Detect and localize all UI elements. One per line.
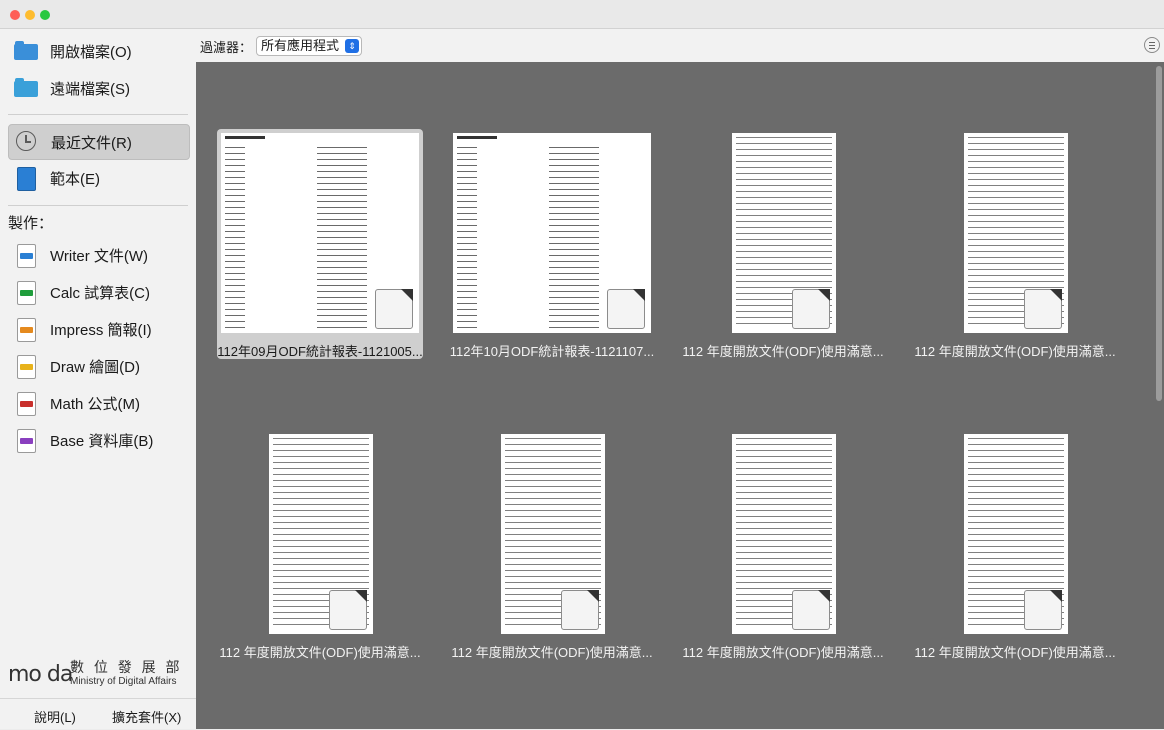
templates-icon: [14, 166, 38, 191]
recent-file-card[interactable]: 112 年度開放文件(ODF)使用滿意...: [912, 129, 1118, 359]
vertical-scrollbar[interactable]: [1156, 66, 1162, 401]
chevron-updown-icon: ⇕: [345, 39, 360, 53]
recent-file-card[interactable]: 112 年度開放文件(ODF)使用滿意...: [680, 129, 886, 359]
odf-document-icon: [1024, 590, 1062, 630]
recent-file-name: 112 年度開放文件(ODF)使用滿意...: [219, 645, 421, 660]
recent-file-name: 112 年度開放文件(ODF)使用滿意...: [682, 344, 884, 359]
start-center-window: 開啟檔案(O) 遠端檔案(S) 最近文件(R) 範本(E) 製作： Writer…: [0, 0, 1164, 729]
recent-file-card[interactable]: 112 年度開放文件(ODF)使用滿意...: [680, 430, 886, 660]
document-thumbnail: [964, 434, 1068, 634]
recent-file-card[interactable]: 112 年度開放文件(ODF)使用滿意...: [217, 430, 423, 660]
recent-file-card[interactable]: 112 年度開放文件(ODF)使用滿意...: [449, 430, 655, 660]
templates-button[interactable]: 範本(E): [8, 161, 188, 195]
minimize-window-button[interactable]: [25, 10, 35, 20]
moda-logo: mo da 數 位 發 展 部 Ministry of Digital Affa…: [8, 654, 193, 694]
document-thumbnail: [501, 434, 605, 634]
odf-document-icon: [792, 289, 830, 329]
recent-file-name: 112年10月ODF統計報表-1121107...: [449, 344, 655, 359]
extensions-button[interactable]: 擴充套件(X): [112, 707, 181, 726]
recent-file-name: 112 年度開放文件(ODF)使用滿意...: [451, 645, 653, 660]
recent-file-name: 112 年度開放文件(ODF)使用滿意...: [914, 645, 1116, 660]
sidebar-divider: [8, 205, 188, 206]
folder-icon: [14, 39, 38, 63]
create-impress-label: Impress 簡報(I): [50, 321, 152, 339]
create-section-label: 製作：: [8, 215, 54, 232]
title-bar: [0, 0, 1164, 29]
clock-icon: [15, 130, 39, 154]
sidebar-footer: 說明(L) 擴充套件(X): [0, 698, 196, 730]
create-math-label: Math 公式(M): [50, 395, 141, 413]
document-thumbnail: [221, 133, 419, 333]
create-draw-button[interactable]: Draw 繪圖(D): [8, 349, 188, 383]
filter-select-value: 所有應用程式: [261, 38, 340, 53]
recent-file-card[interactable]: 112 年度開放文件(ODF)使用滿意...: [912, 430, 1118, 660]
recent-file-name: 112 年度開放文件(ODF)使用滿意...: [914, 344, 1116, 359]
create-impress-button[interactable]: Impress 簡報(I): [8, 312, 188, 346]
create-calc-button[interactable]: Calc 試算表(C): [8, 275, 188, 309]
odf-document-icon: [329, 590, 367, 630]
odf-document-icon: [792, 590, 830, 630]
filter-select[interactable]: 所有應用程式 ⇕: [256, 36, 363, 56]
draw-icon: [14, 354, 38, 379]
create-draw-label: Draw 繪圖(D): [50, 358, 140, 376]
odf-document-icon: [375, 289, 413, 329]
remote-files-label: 遠端檔案(S): [50, 80, 130, 98]
moda-org-name-zh: 數 位 發 展 部: [70, 659, 183, 675]
create-writer-label: Writer 文件(W): [50, 247, 149, 265]
help-button[interactable]: 說明(L): [34, 707, 76, 726]
recent-file-card[interactable]: 112年09月ODF統計報表-1121005...: [217, 129, 423, 359]
create-math-button[interactable]: Math 公式(M): [8, 386, 188, 420]
document-thumbnail: [453, 133, 651, 333]
odf-document-icon: [607, 289, 645, 329]
odf-document-icon: [1024, 289, 1062, 329]
document-thumbnail: [732, 133, 836, 333]
sidebar: 開啟檔案(O) 遠端檔案(S) 最近文件(R) 範本(E) 製作： Writer…: [0, 29, 197, 729]
recent-documents-button[interactable]: 最近文件(R): [8, 124, 190, 160]
recent-file-card[interactable]: 112年10月ODF統計報表-1121107...: [449, 129, 655, 359]
moda-org-name-en: Ministry of Digital Affairs: [70, 676, 177, 687]
recent-documents-label: 最近文件(R): [51, 134, 132, 152]
moda-logo-mark: mo da: [8, 662, 73, 687]
open-file-label: 開啟檔案(O): [50, 43, 132, 61]
open-file-button[interactable]: 開啟檔案(O): [8, 34, 188, 68]
calc-icon: [14, 280, 38, 305]
filter-label: 過濾器：: [200, 40, 253, 55]
create-base-button[interactable]: Base 資料庫(B): [8, 423, 188, 457]
document-thumbnail: [964, 133, 1068, 333]
hamburger-menu-icon[interactable]: [1144, 37, 1160, 53]
recent-file-name: 112 年度開放文件(ODF)使用滿意...: [682, 645, 884, 660]
math-icon: [14, 391, 38, 416]
odf-document-icon: [561, 590, 599, 630]
templates-label: 範本(E): [50, 170, 100, 188]
impress-icon: [14, 317, 38, 342]
writer-icon: [14, 243, 38, 268]
remote-folder-icon: [14, 76, 38, 100]
sidebar-divider: [8, 114, 188, 115]
create-writer-button[interactable]: Writer 文件(W): [8, 238, 188, 272]
zoom-window-button[interactable]: [40, 10, 50, 20]
document-thumbnail: [269, 434, 373, 634]
create-base-label: Base 資料庫(B): [50, 432, 154, 450]
recent-file-name: 112年09月ODF統計報表-1121005...: [217, 344, 423, 359]
remote-files-button[interactable]: 遠端檔案(S): [8, 71, 188, 105]
filter-bar: 過濾器： 所有應用程式 ⇕: [196, 29, 1164, 62]
create-calc-label: Calc 試算表(C): [50, 284, 150, 302]
close-window-button[interactable]: [10, 10, 20, 20]
recent-documents-grid: 112年09月ODF統計報表-1121005... 112年10月ODF統計報表…: [196, 62, 1164, 729]
document-thumbnail: [732, 434, 836, 634]
base-icon: [14, 428, 38, 453]
